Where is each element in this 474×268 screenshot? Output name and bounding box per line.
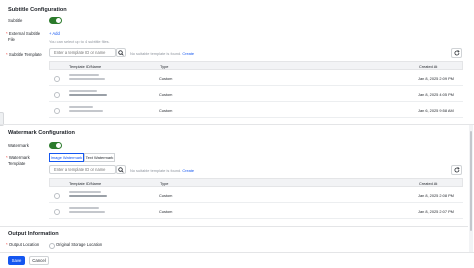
watermark-label: Watermark <box>8 143 29 148</box>
section-divider <box>0 124 474 125</box>
output-location-label-text: Output Location <box>8 242 40 247</box>
redacted-template-name <box>69 190 101 193</box>
row-created-at: Jan 8, 2025 4:05 PM <box>418 91 454 97</box>
output-location-option-label: Original Storage Location <box>56 242 103 247</box>
watermark-template-search-input[interactable] <box>49 165 116 174</box>
row-created-at: Jan 8, 2025 2:08 PM <box>418 192 454 198</box>
watermark-template-label-line2: Template <box>8 161 26 166</box>
toggle-knob <box>56 18 61 23</box>
save-button[interactable]: Save <box>8 256 25 265</box>
footer-bar <box>0 252 474 268</box>
column-type: Type <box>160 180 169 186</box>
watermark-create-link[interactable]: Create <box>182 168 194 173</box>
column-template-id: Template ID/Name <box>69 63 102 69</box>
watermark-refresh-button[interactable] <box>451 165 462 175</box>
search-icon <box>118 49 124 56</box>
redacted-template-name <box>69 89 97 92</box>
subtitle-toggle[interactable] <box>49 17 62 24</box>
subtitle-template-label-text: Subtitle Template <box>8 52 42 57</box>
subtitle-table-header: Template ID/Name Type Created At <box>49 61 463 70</box>
row-created-at: Jan 8, 2025 2:07 PM <box>418 208 454 214</box>
watermark-toggle[interactable] <box>49 142 62 149</box>
redacted-template-name <box>69 105 93 108</box>
row-radio[interactable] <box>54 193 60 199</box>
subtitle-section-title: Subtitle Configuration <box>8 7 67 13</box>
row-type: Custom <box>159 75 173 81</box>
row-radio[interactable] <box>54 76 60 82</box>
column-created-at: Created At <box>419 63 438 69</box>
redacted-template-id <box>69 78 105 80</box>
watermark-not-found-text: No suitable template is found. <box>130 168 182 173</box>
cancel-button[interactable]: Cancel <box>29 256 49 265</box>
row-created-at: Jan 8, 2025 2:09 PM <box>418 75 454 81</box>
table-row[interactable]: Custom Jan 6, 2025 9:58 AM <box>49 102 463 118</box>
table-row[interactable]: Custom Jan 8, 2025 2:09 PM <box>49 70 463 86</box>
watermark-template-search-field[interactable] <box>50 166 115 173</box>
refresh-icon <box>453 50 460 56</box>
row-created-at: Jan 6, 2025 9:58 AM <box>418 107 454 113</box>
table-row[interactable]: Custom Jan 8, 2025 4:05 PM <box>49 86 463 102</box>
subtitle-create-link[interactable]: Create <box>182 51 194 56</box>
row-type: Custom <box>159 107 173 113</box>
column-template-id: Template ID/Name <box>69 180 102 186</box>
subtitle-not-found: No suitable template is found. Create <box>130 51 194 56</box>
scrollbar-track[interactable] <box>469 125 473 252</box>
watermark-not-found: No suitable template is found. Create <box>130 168 194 173</box>
watermark-search-button[interactable] <box>116 165 126 174</box>
subtitle-refresh-button[interactable] <box>451 48 462 58</box>
redacted-template-id <box>69 110 103 112</box>
watermark-template-label: * Watermark <box>6 155 30 160</box>
refresh-icon <box>453 167 460 173</box>
output-section-title: Output Information <box>8 231 59 237</box>
column-created-at: Created At <box>419 180 438 186</box>
add-label: Add <box>52 31 60 36</box>
external-file-label-line2: File <box>8 37 15 42</box>
tab-text-watermark[interactable]: Text Watermark <box>84 153 115 162</box>
subtitle-template-search-input[interactable] <box>49 48 116 57</box>
redacted-template-name <box>69 206 99 209</box>
watermark-template-label-line1: Watermark <box>8 155 30 160</box>
redacted-template-name <box>69 73 99 76</box>
watermark-section-title: Watermark Configuration <box>8 130 75 136</box>
column-type: Type <box>160 63 169 69</box>
toggle-knob <box>56 143 61 148</box>
row-type: Custom <box>159 91 173 97</box>
search-icon <box>118 166 124 173</box>
subtitle-search-button[interactable] <box>116 48 126 57</box>
redacted-template-id <box>69 211 105 213</box>
output-location-option[interactable]: Original Storage Location <box>49 242 103 249</box>
external-file-label-line1: External Subtitle <box>8 31 41 36</box>
row-radio[interactable] <box>54 92 60 98</box>
external-subtitle-file-label: * External Subtitle <box>6 31 41 36</box>
output-location-label: * Output Location <box>6 242 40 247</box>
watermark-table-header: Template ID/Name Type Created At <box>49 178 463 187</box>
table-row[interactable]: Custom Jan 8, 2025 2:08 PM <box>49 187 463 203</box>
row-radio[interactable] <box>54 108 60 114</box>
add-subtitle-file-button[interactable]: + Add <box>49 31 60 36</box>
row-type: Custom <box>159 192 173 198</box>
redacted-template-id <box>69 94 107 96</box>
row-type: Custom <box>159 208 173 214</box>
row-radio[interactable] <box>54 209 60 215</box>
output-location-radio[interactable] <box>49 242 55 249</box>
scrollbar-thumb[interactable] <box>470 131 472 231</box>
tab-image-watermark[interactable]: Image Watermark <box>49 153 84 162</box>
table-row[interactable]: Custom Jan 8, 2025 2:07 PM <box>49 203 463 219</box>
section-divider <box>0 226 468 227</box>
redacted-template-id <box>69 195 107 197</box>
subtitle-files-hint: You can select up to 4 subtitle files. <box>49 39 110 44</box>
subtitle-template-search-field[interactable] <box>50 49 115 56</box>
subtitle-template-label: * Subtitle Template <box>6 52 42 57</box>
subtitle-not-found-text: No suitable template is found. <box>130 51 182 56</box>
subtitle-label: Subtitle <box>8 18 23 23</box>
